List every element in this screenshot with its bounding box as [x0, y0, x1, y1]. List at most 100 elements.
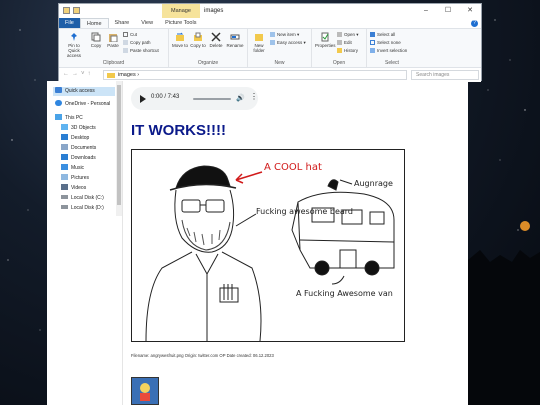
audio-player: 0:00 / 7:43 🔊 ⋮ — [131, 87, 258, 110]
help-icon[interactable]: ? — [471, 20, 478, 27]
new-folder-icon — [255, 34, 263, 41]
move-to-button[interactable]: Move to — [172, 32, 188, 48]
edit-button[interactable]: Edit — [337, 40, 352, 46]
new-folder-icon[interactable] — [73, 7, 80, 14]
download-icon — [61, 154, 68, 160]
minimize-button[interactable]: – — [415, 4, 437, 18]
easy-access-icon — [270, 40, 275, 45]
quick-access-toolbar[interactable] — [63, 7, 80, 14]
copy-button[interactable]: Copy — [89, 32, 103, 48]
clipboard-group: Pin to Quick access Copy Paste Cut Copy … — [59, 29, 169, 67]
select-none-button[interactable]: Select none — [370, 40, 401, 46]
paste-shortcut-button[interactable]: Paste shortcut — [123, 48, 159, 54]
sidebar-item-onedrive[interactable]: OneDrive - Personal — [55, 100, 110, 109]
pin-quick-access-button[interactable]: Pin to Quick access — [62, 32, 86, 58]
properties-icon — [321, 32, 329, 42]
properties-button[interactable]: Properties — [315, 32, 336, 48]
play-icon[interactable] — [140, 95, 146, 103]
volume-icon[interactable]: 🔊 — [236, 94, 245, 102]
title-bar: Manage images – ☐ ✕ — [59, 4, 481, 18]
tab-file[interactable]: File — [59, 18, 80, 28]
copy-path-icon — [123, 40, 128, 45]
sidebar-item-3d-objects[interactable]: 3D Objects — [61, 124, 96, 133]
address-bar: ←→˅↑ images › Search images — [59, 68, 481, 82]
audio-seek-bar[interactable] — [193, 98, 231, 100]
organize-group: Move to Copy to Delete Rename Organize — [169, 29, 248, 67]
sidebar-item-downloads[interactable]: Downloads — [61, 154, 96, 163]
audio-time: 0:00 / 7:43 — [151, 94, 180, 100]
search-placeholder: Search images — [416, 72, 450, 78]
cloud-icon — [55, 100, 62, 106]
ribbon-tabs: File Home Share View Picture Tools — [59, 18, 481, 28]
document-icon — [61, 144, 68, 150]
new-group-label: New — [274, 60, 285, 66]
open-group: Properties Open ▾ Edit History Open — [312, 29, 367, 67]
select-all-button[interactable]: Select all — [370, 32, 395, 38]
search-input[interactable]: Search images — [411, 70, 479, 80]
properties-icon[interactable] — [63, 7, 70, 14]
cube-icon — [61, 124, 68, 130]
folder-icon — [107, 73, 115, 78]
scissors-icon — [123, 32, 128, 37]
file-explorer-window: Manage images – ☐ ✕ File Home Share View… — [58, 3, 482, 82]
address-field[interactable]: images › — [103, 70, 407, 80]
tab-share[interactable]: Share — [109, 18, 136, 28]
tab-view[interactable]: View — [135, 18, 159, 28]
pin-icon — [71, 33, 77, 41]
star-icon — [55, 87, 62, 93]
new-folder-button[interactable]: New folder — [251, 32, 267, 53]
rename-button[interactable]: Rename — [226, 32, 244, 48]
more-options-icon[interactable]: ⋮ — [250, 93, 258, 101]
nav-scrollbar-thumb[interactable] — [117, 85, 121, 205]
easy-access-button[interactable]: Easy access ▾ — [270, 40, 306, 46]
delete-icon — [211, 32, 221, 42]
sidebar-item-local-disk-c[interactable]: Local Disk (C:) — [61, 194, 104, 203]
edit-icon — [337, 40, 342, 45]
open-button[interactable]: Open ▾ — [337, 32, 359, 38]
nav-scrollbar[interactable] — [116, 81, 122, 216]
copy-to-button[interactable]: Copy to — [190, 32, 206, 48]
sidebar-item-documents[interactable]: Documents — [61, 144, 96, 153]
disk-icon — [61, 195, 68, 199]
invert-selection-button[interactable]: Invert selection — [370, 48, 407, 54]
new-group: New folder New item ▾ Easy access ▾ New — [248, 29, 312, 67]
tab-home[interactable]: Home — [79, 18, 109, 28]
open-icon — [337, 32, 342, 37]
window-title: images — [204, 8, 224, 14]
maximize-button[interactable]: ☐ — [437, 4, 459, 18]
move-to-icon — [176, 32, 184, 41]
page-headline: IT WORKS!!!! — [131, 122, 226, 139]
annotation-cool-hat: A COOL hat — [264, 162, 322, 173]
sidebar-item-quick-access[interactable]: Quick access — [53, 87, 115, 96]
select-all-icon — [370, 32, 375, 37]
address-path[interactable]: images › — [118, 72, 139, 78]
sidebar-item-local-disk-d[interactable]: Local Disk (D:) — [61, 204, 104, 213]
paste-button[interactable]: Paste — [106, 32, 120, 48]
new-item-icon — [270, 32, 275, 37]
navigation-buttons[interactable]: ←→˅↑ — [63, 71, 94, 77]
thumbnail-image[interactable] — [131, 377, 159, 405]
music-icon — [61, 164, 68, 170]
history-icon — [337, 48, 342, 53]
sidebar-item-pictures[interactable]: Pictures — [61, 174, 89, 183]
video-icon — [61, 184, 68, 190]
delete-button[interactable]: Delete — [208, 32, 224, 48]
paste-icon — [109, 34, 118, 42]
close-button[interactable]: ✕ — [459, 4, 481, 18]
page-content: 0:00 / 7:43 🔊 ⋮ IT WORKS!!!! A COOL hat … — [123, 81, 468, 405]
rename-icon — [230, 34, 240, 40]
cut-button[interactable]: Cut — [123, 32, 137, 38]
disk-icon — [61, 205, 68, 209]
new-item-button[interactable]: New item ▾ — [270, 32, 299, 38]
desktop-icon — [61, 134, 68, 140]
history-button[interactable]: History — [337, 48, 358, 54]
copy-path-button[interactable]: Copy path — [123, 40, 151, 46]
manage-contextual-tab[interactable]: Manage — [162, 4, 200, 18]
computer-icon — [55, 114, 62, 120]
sidebar-item-desktop[interactable]: Desktop — [61, 134, 89, 143]
sidebar-item-videos[interactable]: Videos — [61, 184, 86, 193]
image-caption: Filename: angrywesfruit.png Origin: twit… — [131, 353, 274, 358]
tab-picture-tools[interactable]: Picture Tools — [159, 18, 202, 28]
sidebar-item-this-pc[interactable]: This PC — [55, 114, 83, 123]
sidebar-item-music[interactable]: Music — [61, 164, 84, 173]
